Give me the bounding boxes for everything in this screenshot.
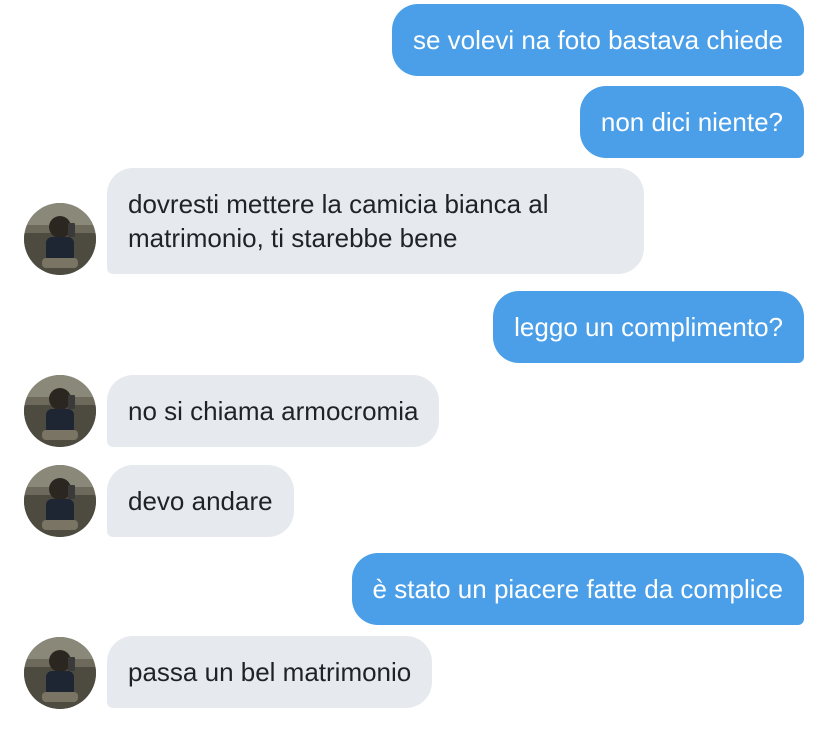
contact-avatar[interactable] xyxy=(24,375,96,447)
received-message-bubble[interactable]: devo andare xyxy=(107,465,294,537)
contact-avatar[interactable] xyxy=(24,203,96,275)
contact-avatar[interactable] xyxy=(24,465,96,537)
received-message-bubble[interactable]: passa un bel matrimonio xyxy=(107,636,433,708)
sent-message-bubble[interactable]: leggo un complimento? xyxy=(493,291,804,363)
avatar-photo-icon xyxy=(24,637,96,709)
sent-message-bubble[interactable]: non dici niente? xyxy=(579,86,804,158)
contact-avatar[interactable] xyxy=(24,637,96,709)
sent-message-bubble[interactable]: è stato un piacere fatte da complice xyxy=(351,553,804,625)
avatar-photo-icon xyxy=(24,465,96,537)
received-message-bubble[interactable]: no si chiama armocromia xyxy=(107,375,440,447)
sent-message-bubble[interactable]: se volevi na foto bastava chiede xyxy=(391,4,804,76)
chat-thread: se volevi na foto bastava chiede non dic… xyxy=(0,0,828,739)
avatar-photo-icon xyxy=(24,203,96,275)
avatar-photo-icon xyxy=(24,375,96,447)
received-message-bubble[interactable]: dovresti mettere la camicia bianca al ma… xyxy=(107,168,644,274)
